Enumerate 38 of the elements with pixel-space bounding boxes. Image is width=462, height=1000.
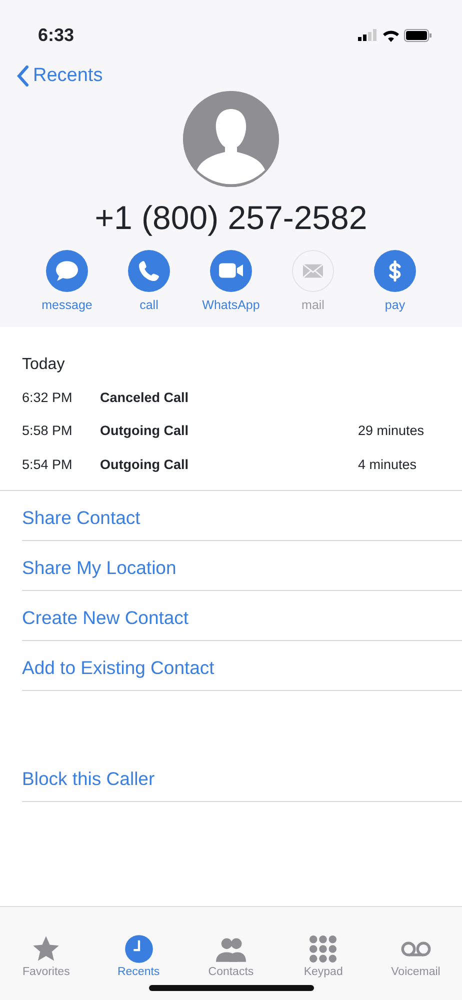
chevron-left-icon — [16, 65, 29, 88]
call-type: Canceled Call — [100, 388, 190, 407]
speech-bubble-icon — [56, 260, 78, 280]
battery-icon — [404, 28, 432, 42]
video-camera-icon — [219, 263, 243, 278]
action-button: mail — [272, 250, 354, 314]
tab-button[interactable]: Voicemail — [370, 907, 462, 1000]
call-duration: 4 minutes — [358, 456, 417, 474]
option-link[interactable]: Share My Location — [22, 540, 462, 590]
call-time: 5:54 PM — [22, 456, 74, 474]
tab-button[interactable]: Keypad — [277, 907, 370, 1000]
back-button[interactable]: Recents — [16, 62, 103, 90]
block-caller-link[interactable]: Block this Caller — [22, 752, 462, 802]
tab-button[interactable]: Favorites — [0, 907, 92, 1000]
call-type: Outgoing Call — [100, 422, 190, 440]
call-time: 5:58 PM — [22, 422, 74, 440]
wifi-icon — [382, 28, 400, 42]
avatar-icon — [183, 90, 279, 186]
section-title: Today — [21, 355, 66, 375]
phone-number: +1 (800) 257-2582 — [94, 200, 368, 234]
action-button[interactable]: pay — [354, 250, 436, 314]
phone-icon — [139, 260, 159, 280]
option-link[interactable]: Share Contact — [22, 490, 462, 540]
tab-button[interactable]: Recents — [92, 907, 185, 1000]
clock-icon — [124, 934, 154, 964]
dollar-icon — [389, 260, 401, 282]
call-time: 6:32 PM — [22, 388, 74, 407]
call-duration: 29 minutes — [358, 422, 424, 440]
envelope-icon — [303, 264, 323, 278]
signal-icon — [358, 29, 378, 41]
keypad-icon — [308, 934, 338, 964]
action-button[interactable]: message — [26, 250, 108, 314]
status-time: 6:33 — [38, 24, 74, 46]
option-link[interactable]: Add to Existing Contact — [22, 640, 462, 690]
action-button[interactable]: WhatsApp — [190, 250, 272, 314]
call-type: Outgoing Call — [100, 456, 190, 474]
option-link[interactable]: Create New Contact — [22, 590, 462, 640]
action-button[interactable]: call — [108, 250, 190, 314]
